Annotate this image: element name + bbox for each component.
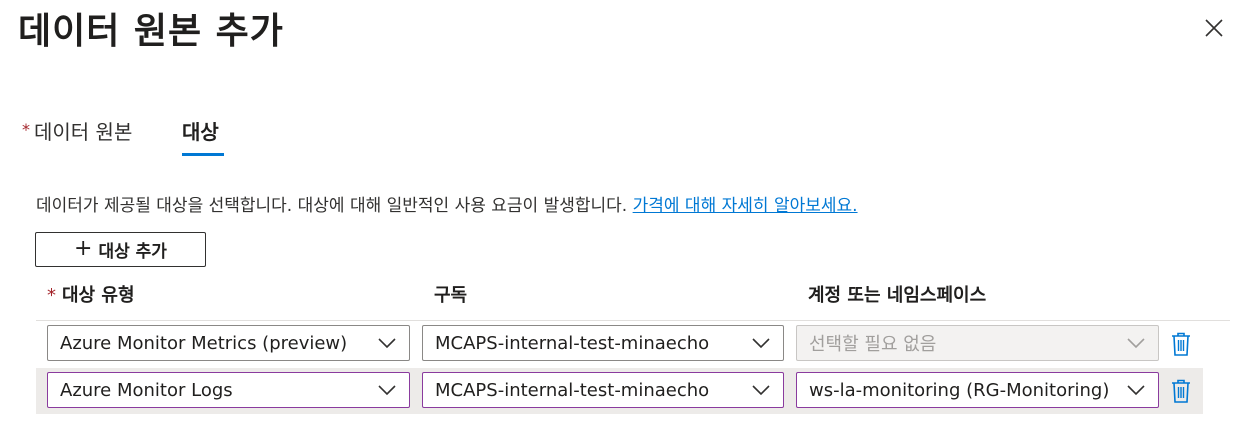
tab-data-source-label: 데이터 원본 bbox=[34, 120, 133, 144]
panel-title: 데이터 원본 추가 bbox=[18, 11, 284, 52]
trash-icon[interactable] bbox=[1169, 378, 1193, 404]
subscription-value: MCAPS-internal-test-minaecho bbox=[435, 332, 710, 354]
destination-type-dropdown[interactable]: Azure Monitor Metrics (preview) bbox=[47, 325, 410, 361]
destination-type-value: Azure Monitor Logs bbox=[60, 379, 233, 401]
subscription-value: MCAPS-internal-test-minaecho bbox=[435, 379, 710, 401]
chevron-down-icon bbox=[378, 338, 396, 349]
destination-type-value: Azure Monitor Metrics (preview) bbox=[60, 332, 348, 354]
column-header-destination-type: * 대상 유형 bbox=[47, 281, 135, 307]
description: 데이터가 제공될 대상을 선택합니다. 대상에 대해 일반적인 사용 요금이 발… bbox=[36, 191, 858, 216]
trash-icon[interactable] bbox=[1169, 331, 1193, 357]
pricing-link[interactable]: 가격에 대해 자세히 알아보세요. bbox=[633, 196, 858, 216]
chevron-down-icon bbox=[378, 385, 396, 396]
subscription-dropdown[interactable]: MCAPS-internal-test-minaecho bbox=[422, 325, 784, 361]
required-marker: * bbox=[22, 120, 30, 139]
close-icon bbox=[1205, 19, 1223, 37]
account-dropdown: 선택할 필요 없음 bbox=[796, 325, 1159, 361]
selected-tab-indicator bbox=[182, 153, 224, 156]
subscription-dropdown[interactable]: MCAPS-internal-test-minaecho bbox=[422, 372, 784, 408]
chevron-down-icon bbox=[1127, 338, 1145, 349]
add-destination-button[interactable]: + 대상 추가 bbox=[35, 232, 206, 267]
column-header-destination-type-label: 대상 유형 bbox=[62, 285, 135, 306]
description-text: 데이터가 제공될 대상을 선택합니다. 대상에 대해 일반적인 사용 요금이 발… bbox=[36, 196, 633, 216]
column-header-account: 계정 또는 네임스페이스 bbox=[808, 285, 987, 306]
chevron-down-icon bbox=[752, 338, 770, 349]
required-marker: * bbox=[47, 285, 56, 306]
close-button[interactable] bbox=[1198, 12, 1230, 44]
tab-data-source[interactable]: * 데이터 원본 bbox=[22, 116, 132, 145]
chevron-down-icon bbox=[752, 385, 770, 396]
add-destination-label: 대상 추가 bbox=[98, 242, 167, 262]
table-row: Azure Monitor Logs MCAPS-internal-test-m… bbox=[36, 368, 1203, 414]
account-value: ws-la-monitoring (RG-Monitoring) bbox=[809, 379, 1110, 401]
plus-icon: + bbox=[74, 235, 93, 261]
destination-type-dropdown[interactable]: Azure Monitor Logs bbox=[47, 372, 410, 408]
account-value: 선택할 필요 없음 bbox=[809, 334, 937, 355]
table-row: Azure Monitor Metrics (preview) MCAPS-in… bbox=[36, 321, 1203, 367]
account-dropdown[interactable]: ws-la-monitoring (RG-Monitoring) bbox=[796, 372, 1159, 408]
column-header-subscription: 구독 bbox=[434, 285, 468, 306]
chevron-down-icon bbox=[1127, 385, 1145, 396]
tab-destination[interactable]: 대상 bbox=[182, 116, 219, 145]
